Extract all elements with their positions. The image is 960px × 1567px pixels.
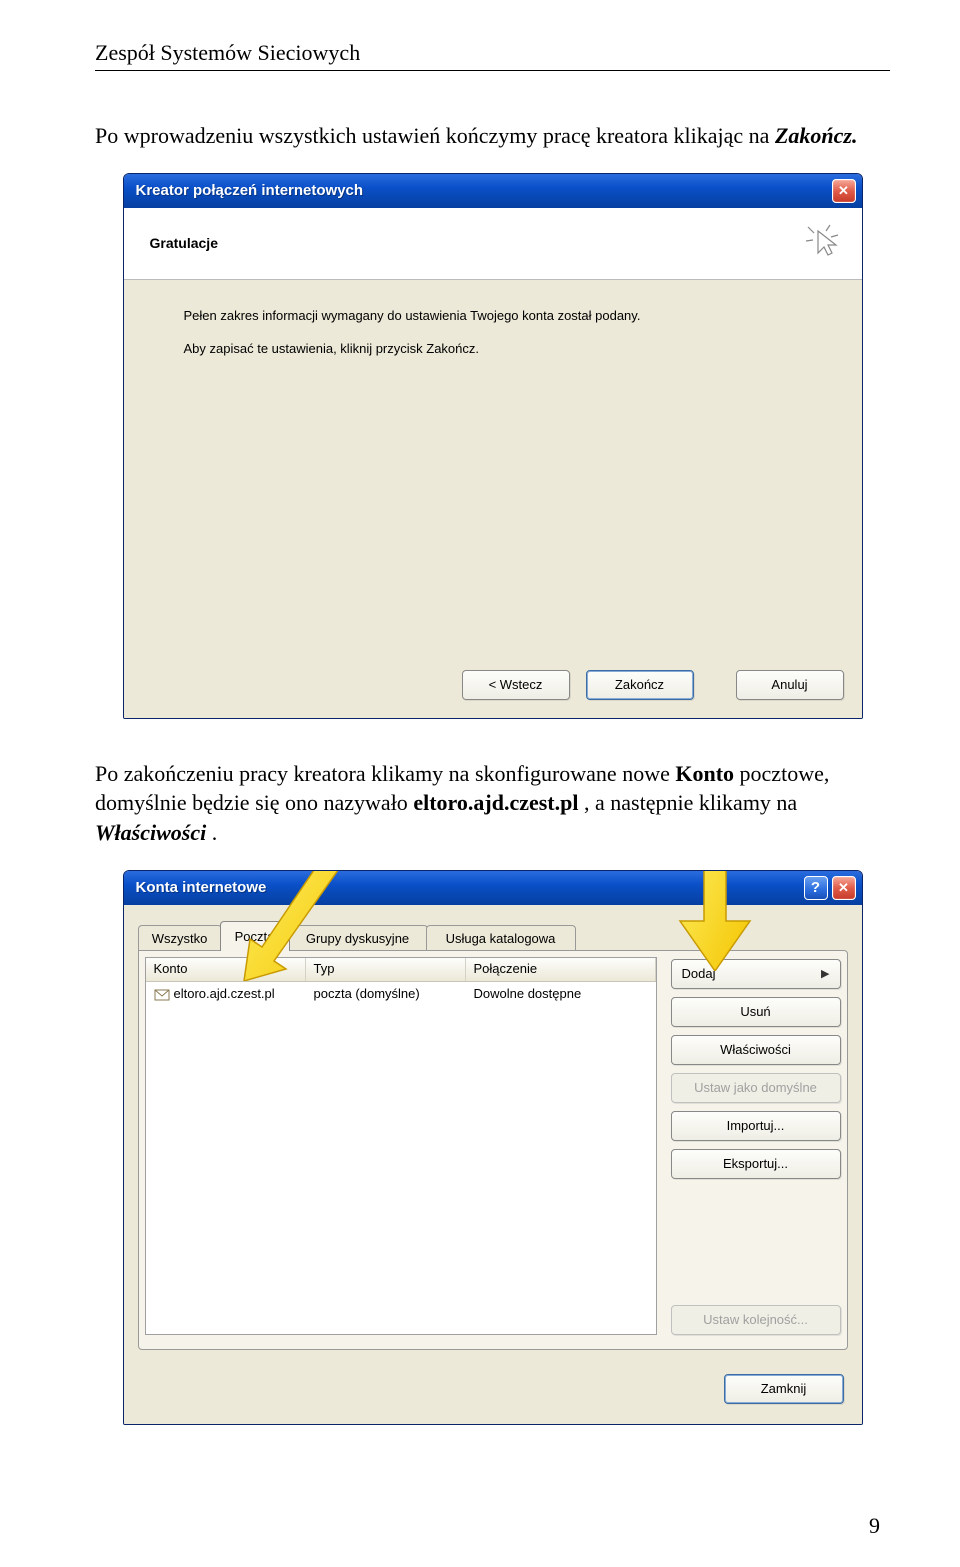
text: , a następnie klikamy na [584, 790, 797, 815]
tab-directory[interactable]: Usługa katalogowa [426, 925, 576, 951]
tab-mail[interactable]: Poczta [220, 921, 290, 951]
close-icon[interactable]: ✕ [832, 179, 856, 203]
accounts-list[interactable]: Konto Typ Połączenie eltoro.ajd.czest.pl [145, 957, 657, 1335]
mail-account-icon [154, 987, 170, 1001]
account-connection: Dowolne dostępne [466, 986, 656, 1001]
document-header: Zespół Systemów Sieciowych [95, 40, 890, 71]
list-headers: Konto Typ Połączenie [146, 958, 656, 982]
titlebar[interactable]: Konta internetowe ? ✕ [124, 871, 862, 905]
account-name: eltoro.ajd.czest.pl [174, 986, 275, 1001]
set-order-button: Ustaw kolejność... [671, 1305, 841, 1335]
cursor-click-icon [804, 223, 844, 263]
set-default-button: Ustaw jako domyślne [671, 1073, 841, 1103]
tab-news[interactable]: Grupy dyskusyjne [288, 925, 428, 951]
import-button[interactable]: Importuj... [671, 1111, 841, 1141]
tabpanel-mail: Konto Typ Połączenie eltoro.ajd.czest.pl [138, 950, 848, 1350]
col-header-type[interactable]: Typ [306, 958, 466, 981]
wizard-text-1: Pełen zakres informacji wymagany do usta… [184, 308, 828, 323]
window-title: Kreator połączeń internetowych [136, 182, 832, 199]
button-label: Dodaj [682, 966, 716, 981]
button-label: Importuj... [727, 1118, 785, 1133]
titlebar[interactable]: Kreator połączeń internetowych ✕ [124, 174, 862, 208]
remove-button[interactable]: Usuń [671, 997, 841, 1027]
wizard-content: Pełen zakres informacji wymagany do usta… [124, 280, 862, 660]
text: Po wprowadzeniu wszystkich ustawień końc… [95, 123, 775, 148]
close-button[interactable]: Zamknij [724, 1374, 844, 1404]
button-label: Właściwości [720, 1042, 791, 1057]
paragraph-1: Po wprowadzeniu wszystkich ustawień końc… [95, 121, 890, 151]
close-icon[interactable]: ✕ [832, 876, 856, 900]
button-label: Eksportuj... [723, 1156, 788, 1171]
text-emphasis: Właściwości [95, 820, 206, 845]
button-label: Ustaw jako domyślne [694, 1080, 817, 1095]
cancel-button[interactable]: Anuluj [736, 670, 844, 700]
tabset: Wszystko Poczta Grupy dyskusyjne Usługa … [138, 921, 848, 951]
account-type: poczta (domyślne) [306, 986, 466, 1001]
export-button[interactable]: Eksportuj... [671, 1149, 841, 1179]
page-number: 9 [869, 1513, 880, 1539]
button-label: Usuń [740, 1004, 770, 1019]
account-row[interactable]: eltoro.ajd.czest.pl poczta (domyślne) Do… [146, 982, 656, 1006]
wizard-text-2: Aby zapisać te ustawienia, kliknij przyc… [184, 341, 828, 356]
wizard-subheader: Gratulacje [124, 208, 862, 280]
chevron-right-icon: ▶ [811, 967, 829, 980]
text: Po zakończeniu pracy kreatora klikamy na… [95, 761, 675, 786]
back-button[interactable]: < Wstecz [462, 670, 570, 700]
properties-button[interactable]: Właściwości [671, 1035, 841, 1065]
paragraph-2: Po zakończeniu pracy kreatora klikamy na… [95, 759, 890, 848]
text-bold: Konto [675, 761, 734, 786]
text-emphasis: Zakończ. [775, 123, 858, 148]
button-label: Ustaw kolejność... [703, 1312, 808, 1327]
col-header-account[interactable]: Konto [146, 958, 306, 981]
accounts-dialog: Konta internetowe ? ✕ Wszystko Poczta Gr… [123, 870, 863, 1425]
col-header-connection[interactable]: Połączenie [466, 958, 656, 981]
window-title: Konta internetowe [136, 879, 804, 896]
text: . [212, 820, 218, 845]
wizard-subtitle: Gratulacje [150, 235, 804, 251]
help-icon[interactable]: ? [804, 876, 828, 900]
text-bold: eltoro.ajd.czest.pl [413, 790, 578, 815]
finish-button[interactable]: Zakończ [586, 670, 694, 700]
tab-all[interactable]: Wszystko [138, 925, 222, 951]
add-button[interactable]: Dodaj ▶ [671, 959, 841, 989]
wizard-dialog: Kreator połączeń internetowych ✕ Gratula… [123, 173, 863, 719]
